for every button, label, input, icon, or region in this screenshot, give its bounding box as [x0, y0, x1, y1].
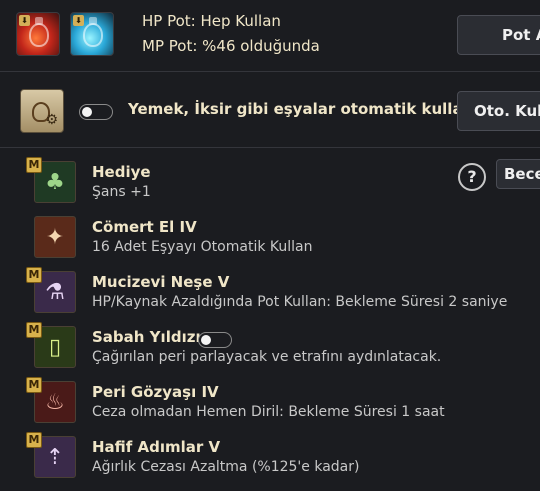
potion-gear-icon: ⚙: [20, 89, 64, 133]
skill-row-peri-gozyasi[interactable]: M ♨ Peri Gözyaşı IV Ceza olmadan Hemen D…: [0, 377, 540, 432]
skill-name: Hediye: [92, 163, 151, 181]
mp-potion-icon[interactable]: ⬇: [70, 12, 114, 56]
pot-settings-button[interactable]: Pot A: [457, 15, 540, 55]
skill-name: Hafif Adımlar V: [92, 438, 221, 456]
download-badge-icon: ⬇: [19, 15, 30, 26]
download-badge-icon: ⬇: [73, 15, 84, 26]
skill-desc: HP/Kaynak Azaldığında Pot Kullan: Beklem…: [92, 294, 508, 310]
skill-desc: Şans +1: [92, 184, 151, 200]
auto-use-row: ⚙ Yemek, İksir gibi eşyalar otomatik kul…: [0, 73, 540, 148]
skill-desc: Ceza olmadan Hemen Diril: Bekleme Süresi…: [92, 404, 445, 420]
mastery-badge: M: [26, 432, 42, 448]
mastery-badge: M: [26, 267, 42, 283]
skill-row-mucizevi-nese[interactable]: M ⚗ Mucizevi Neşe V HP/Kaynak Azaldığınd…: [0, 267, 540, 322]
hp-pot-setting: HP Pot: Hep Kullan: [142, 12, 281, 30]
skill-desc: Ağırlık Cezası Azaltma (%125'e kadar): [92, 459, 360, 475]
hp-potion-icon[interactable]: ⬇: [16, 12, 60, 56]
skill-name: Mucizevi Neşe V: [92, 273, 230, 291]
skill-row-comert-el[interactable]: ✦ Cömert El IV 16 Adet Eşyayı Otomatik K…: [0, 212, 540, 267]
skill-name: Peri Gözyaşı IV: [92, 383, 219, 401]
auto-use-button[interactable]: Oto. Kull: [457, 91, 540, 131]
skill-row-hafif-adimlar[interactable]: M ⇡ Hafif Adımlar V Ağırlık Cezası Azalt…: [0, 432, 540, 487]
mastery-badge: M: [26, 157, 42, 173]
skill-row-hediye[interactable]: M ♣ Hediye Şans +1: [0, 157, 540, 212]
skill-row-sabah-yildizi[interactable]: M ▯ Sabah Yıldızı Çağırılan peri parlaya…: [0, 322, 540, 377]
auto-use-text: Yemek, İksir gibi eşyalar otomatik kulla…: [128, 100, 500, 118]
mastery-badge: M: [26, 322, 42, 338]
potion-settings-row: ⬇ ⬇ HP Pot: Hep Kullan MP Pot: %46 olduğ…: [0, 0, 540, 72]
skill-name: Sabah Yıldızı: [92, 328, 201, 346]
mp-pot-setting: MP Pot: %46 olduğunda: [142, 37, 320, 55]
skill-name: Cömert El IV: [92, 218, 197, 236]
fairy-icon: ✦: [34, 216, 76, 258]
auto-use-toggle[interactable]: [79, 104, 113, 120]
skill-desc: Çağırılan peri parlayacak ve etrafını ay…: [92, 349, 442, 365]
mastery-badge: M: [26, 377, 42, 393]
sabah-yildizi-toggle[interactable]: [198, 332, 232, 348]
skill-desc: 16 Adet Eşyayı Otomatik Kullan: [92, 239, 313, 255]
